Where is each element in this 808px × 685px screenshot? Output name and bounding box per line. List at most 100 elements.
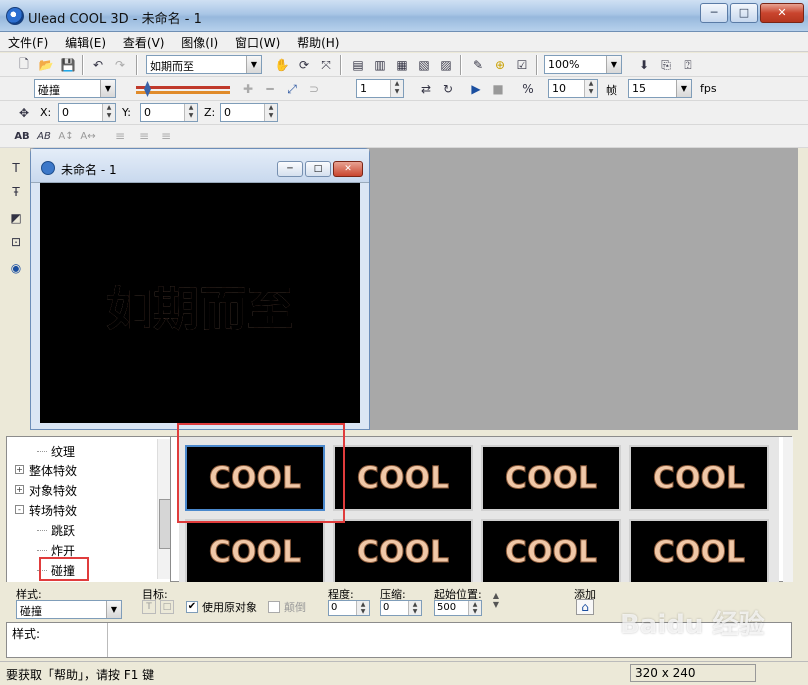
gallery-thumb[interactable]: COOL [629,519,769,585]
stop-icon[interactable]: ■ [488,79,508,99]
degree-spinner[interactable]: 0 ▲ ▼ [328,600,370,616]
status-text: 要获取「帮助」，请按 F1 键 [6,668,155,682]
preview-canvas[interactable]: 如期而至 [40,183,360,423]
frames-spinner[interactable]: 10 ▲ ▼ [548,79,598,98]
start-position-spinner[interactable]: 500 ▲ ▼ [434,600,482,616]
standard-toolbar: 🗋 📂 💾 ↶ ↷ 如期而至 ▼ ✋ ⟳ ⤧ ▤ ▥ ▦ ▧ ▨ ✎ ⊕ ☑ 10… [0,53,808,77]
doc-minimize-button[interactable]: ─ [277,161,303,177]
y-spinner[interactable]: 0 ▲ ▼ [140,103,198,122]
context-help-icon[interactable]: ⍰ [678,55,698,75]
reverse-icon[interactable]: ⊃ [304,79,324,99]
export-icon[interactable]: ⬇ [634,55,654,75]
add-to-palette-icon[interactable]: ⌂ [576,599,594,615]
gallery-thumb[interactable]: COOL [185,519,325,585]
gallery-thumb[interactable]: COOL [333,519,473,585]
text-height-icon[interactable]: A↕ [56,126,76,146]
align-left-icon[interactable]: ≡ [110,126,130,146]
tree-expander[interactable]: - [15,505,24,514]
options-scroll-icon[interactable]: ▲ ▼ [490,588,502,612]
remove-keyframe-icon[interactable]: ━ [260,79,280,99]
new-file-icon[interactable]: 🗋 [14,55,34,75]
canvas-3d-text[interactable]: 如期而至 [40,273,360,339]
globe-icon[interactable]: ⊕ [490,55,510,75]
tree-scrollbar[interactable] [157,439,170,579]
ease-icon[interactable]: ⤢ [282,79,302,99]
menu-help[interactable]: 帮助(H) [289,32,344,51]
maximize-button[interactable]: □ [730,3,758,23]
layer3-icon[interactable]: ▦ [392,55,412,75]
tree-item-object-effects[interactable]: 对象特效 [29,482,77,499]
text-toolbar: AB AB A↕ A↔ ≡ ≡ ≡ [0,125,808,148]
redo-icon[interactable]: ↷ [110,55,130,75]
timeline-slider[interactable] [130,81,234,97]
loop-icon[interactable]: ⇄ [416,79,436,99]
insert-graphic-icon[interactable]: ◩ [6,208,26,228]
align-center-icon[interactable]: ≡ [134,126,154,146]
italic-text-icon[interactable]: AB [34,126,54,146]
z-spinner[interactable]: 0 ▲ ▼ [220,103,278,122]
menu-file[interactable]: 文件(F) [0,32,53,51]
document-title: 未命名 - 1 [61,163,117,177]
position-tool-icon[interactable]: ✥ [14,103,34,123]
fit-tool-icon[interactable]: ⤧ [316,55,336,75]
menu-view[interactable]: 查看(V) [115,32,170,51]
text-object-combo[interactable]: 如期而至 ▼ [146,55,262,74]
use-original-checkbox[interactable]: ✔ [186,601,198,613]
render-icon[interactable]: ⎘ [656,55,676,75]
frame-spinner[interactable]: 1 ▲ ▼ [356,79,404,98]
layer4-icon[interactable]: ▧ [414,55,434,75]
baidu-watermark: Baidu 经验 [620,610,765,640]
save-icon[interactable]: 💾 [58,55,78,75]
gallery-thumb[interactable]: COOL [481,445,621,511]
open-file-icon[interactable]: 📂 [36,55,56,75]
x-label: X: [40,106,52,119]
percent-icon[interactable]: % [518,79,538,99]
tree-expander[interactable]: + [15,485,24,494]
insert-text-icon[interactable]: T [6,158,26,178]
minimize-button[interactable]: ─ [700,3,728,23]
gallery-thumb[interactable]: COOL [481,519,621,585]
zoom-combo[interactable]: 100% ▼ [544,55,622,74]
fps-combo[interactable]: 15 ▼ [628,79,692,98]
reverse-checkbox[interactable] [268,601,280,613]
doc-close-button[interactable]: ✕ [333,161,363,177]
align-right-icon[interactable]: ≡ [156,126,176,146]
easy-palette: 纹理 + 整体特效 + 对象特效 - 转场特效 跳跃 炸开 碰撞 COOL CO… [6,423,793,585]
menu-window[interactable]: 窗口(W) [227,32,285,51]
tree-item-transition-effects[interactable]: 转场特效 [29,502,77,519]
tree-item-global-effects[interactable]: 整体特效 [29,462,77,479]
layer5-icon[interactable]: ▨ [436,55,456,75]
light-icon[interactable]: ✎ [468,55,488,75]
edit-graphic-icon[interactable]: ⊡ [6,232,26,252]
close-button[interactable]: ✕ [760,3,804,23]
edit-text-icon[interactable]: Ŧ [6,182,26,202]
layer2-icon[interactable]: ▥ [370,55,390,75]
title-bar: Ulead COOL 3D - 未命名 - 1 ─ □ ✕ [0,0,808,32]
tree-item-jump[interactable]: 跳跃 [51,522,75,539]
text-spacing-icon[interactable]: A↔ [78,126,98,146]
tree-item-texture[interactable]: 纹理 [51,443,75,460]
gallery-thumb[interactable]: COOL [333,445,473,511]
check-icon[interactable]: ☑ [512,55,532,75]
play-icon[interactable]: ▶ [466,79,486,99]
x-spinner[interactable]: 0 ▲ ▼ [58,103,116,122]
hand-tool-icon[interactable]: ✋ [272,55,292,75]
rotate-tool-icon[interactable]: ⟳ [294,55,314,75]
geometry-icon[interactable]: ◉ [6,258,26,278]
menu-image[interactable]: 图像(I) [173,32,223,51]
add-keyframe-icon[interactable]: ✚ [238,79,258,99]
compress-spinner[interactable]: 0 ▲ ▼ [380,600,422,616]
undo-icon[interactable]: ↶ [88,55,108,75]
layer1-icon[interactable]: ▤ [348,55,368,75]
style-combo[interactable]: 碰撞 ▼ [16,600,122,619]
target-text-icon[interactable]: T [142,600,156,614]
menu-edit[interactable]: 编辑(E) [57,32,111,51]
bold-text-icon[interactable]: AB [12,126,32,146]
gallery-scrollbar[interactable] [783,437,793,583]
gallery-thumb[interactable]: COOL [629,445,769,511]
effect-combo[interactable]: 碰撞 ▼ [34,79,116,98]
target-object-icon[interactable]: □ [160,600,174,614]
pingpong-icon[interactable]: ↻ [438,79,458,99]
doc-maximize-button[interactable]: □ [305,161,331,177]
tree-expander[interactable]: + [15,465,24,474]
